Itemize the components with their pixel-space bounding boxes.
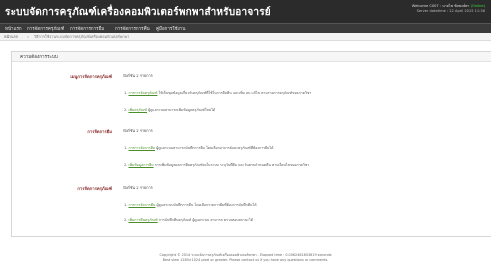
section-item-link[interactable]: เพิ่มครุภัณฑ์	[128, 108, 147, 112]
section-version: ฟังก์ชัน 2 รายการ	[123, 185, 153, 190]
section-item: 2. เพิ่มข้อมูลการยืม การเพิ่มข้อมูลผลการ…	[124, 163, 310, 167]
section-item-link[interactable]: เพิ่มข้อมูลการยืม	[128, 163, 153, 167]
breadcrumb-separator: »	[27, 34, 30, 39]
nav-borrow[interactable]: การจัดการการยืม	[70, 25, 104, 32]
app-title: ระบบจัดการครุภัณฑ์เครื่องคอมพิวเตอร์พกพา…	[5, 7, 271, 18]
welcome-user[interactable]: Welcome C007 : นายไพ ชัยพงษ์ศา	[412, 4, 470, 8]
section-item-link[interactable]: การการจัดการคืน	[128, 203, 155, 207]
user-welcome: Welcome C007 : นายไพ ชัยพงษ์ศา (Online) …	[412, 4, 485, 14]
section-version: ฟังก์ชัน 2 รายการ	[123, 128, 153, 133]
main-nav: หน้าแรก การจัดการครุภัณฑ์ การจัดการการยื…	[0, 23, 491, 33]
nav-manual[interactable]: คู่มือการใช้งาน	[156, 25, 185, 32]
nav-equipment[interactable]: การจัดการครุภัณฑ์	[27, 25, 64, 32]
panel-header: ความต้องการระบบ	[12, 52, 491, 62]
nav-return[interactable]: การจัดการการคืน	[115, 25, 150, 32]
nav-home[interactable]: หน้าแรก	[5, 25, 22, 32]
online-status: (Online)	[470, 4, 485, 8]
section-item: 2. เพิ่มครุภัณฑ์ ผู้ดูแลระบบสามารถเพิ่มข…	[124, 108, 216, 112]
section-version: ฟังก์ชัน 2 รายการ	[123, 73, 153, 78]
requirements-panel: ความต้องการระบบ เมนูการจัดการครุภัณฑ์ ฟั…	[11, 51, 491, 237]
section-item-link[interactable]: การการจัดครุภัณฑ์	[128, 91, 157, 95]
server-datetime: Server datetime : 22 April 2015 11:36	[416, 9, 485, 13]
section-item: 1. การการจัดการยืม ผู้ดูแลระบบสามารถบันท…	[124, 146, 274, 150]
section-label-equipment: เมนูการจัดการครุภัณฑ์	[70, 74, 112, 79]
section-label-borrow: การจัดการยืม	[87, 129, 112, 134]
page-footer: Copyright © 2014 ระบบจัดการครุภัณฑ์เครื่…	[0, 253, 491, 262]
breadcrumb: หน้าแรก » วิธีการใช้งานระบบจัดการครุภัณฑ…	[0, 33, 491, 41]
section-item: 1. การการจัดการคืน ผู้ดูแลระบบบันทึกการค…	[124, 203, 257, 207]
panel-title: ความต้องการระบบ	[20, 55, 58, 60]
section-label-return: การจัดการครุภัณฑ์	[77, 186, 112, 191]
breadcrumb-current: วิธีการใช้งานระบบจัดการครุภัณฑ์เครื่องคอ…	[34, 34, 130, 39]
section-item: 2. เพิ่มการคืนครุภัณฑ์ การบันทึกคืนครุภั…	[124, 218, 254, 222]
top-header-bar: ระบบจัดการครุภัณฑ์เครื่องคอมพิวเตอร์พกพา…	[0, 0, 491, 23]
section-item-link[interactable]: เพิ่มการคืนครุภัณฑ์	[128, 218, 157, 222]
section-item: 1. การการจัดครุภัณฑ์ ใช้เก็บชุดข้อมูลเกี…	[124, 91, 312, 95]
section-item-link[interactable]: การการจัดการยืม	[128, 146, 155, 150]
breadcrumb-home[interactable]: หน้าแรก	[4, 34, 18, 40]
footer-note: Best view 1280×1024 pixel or greater. Pl…	[162, 257, 329, 262]
